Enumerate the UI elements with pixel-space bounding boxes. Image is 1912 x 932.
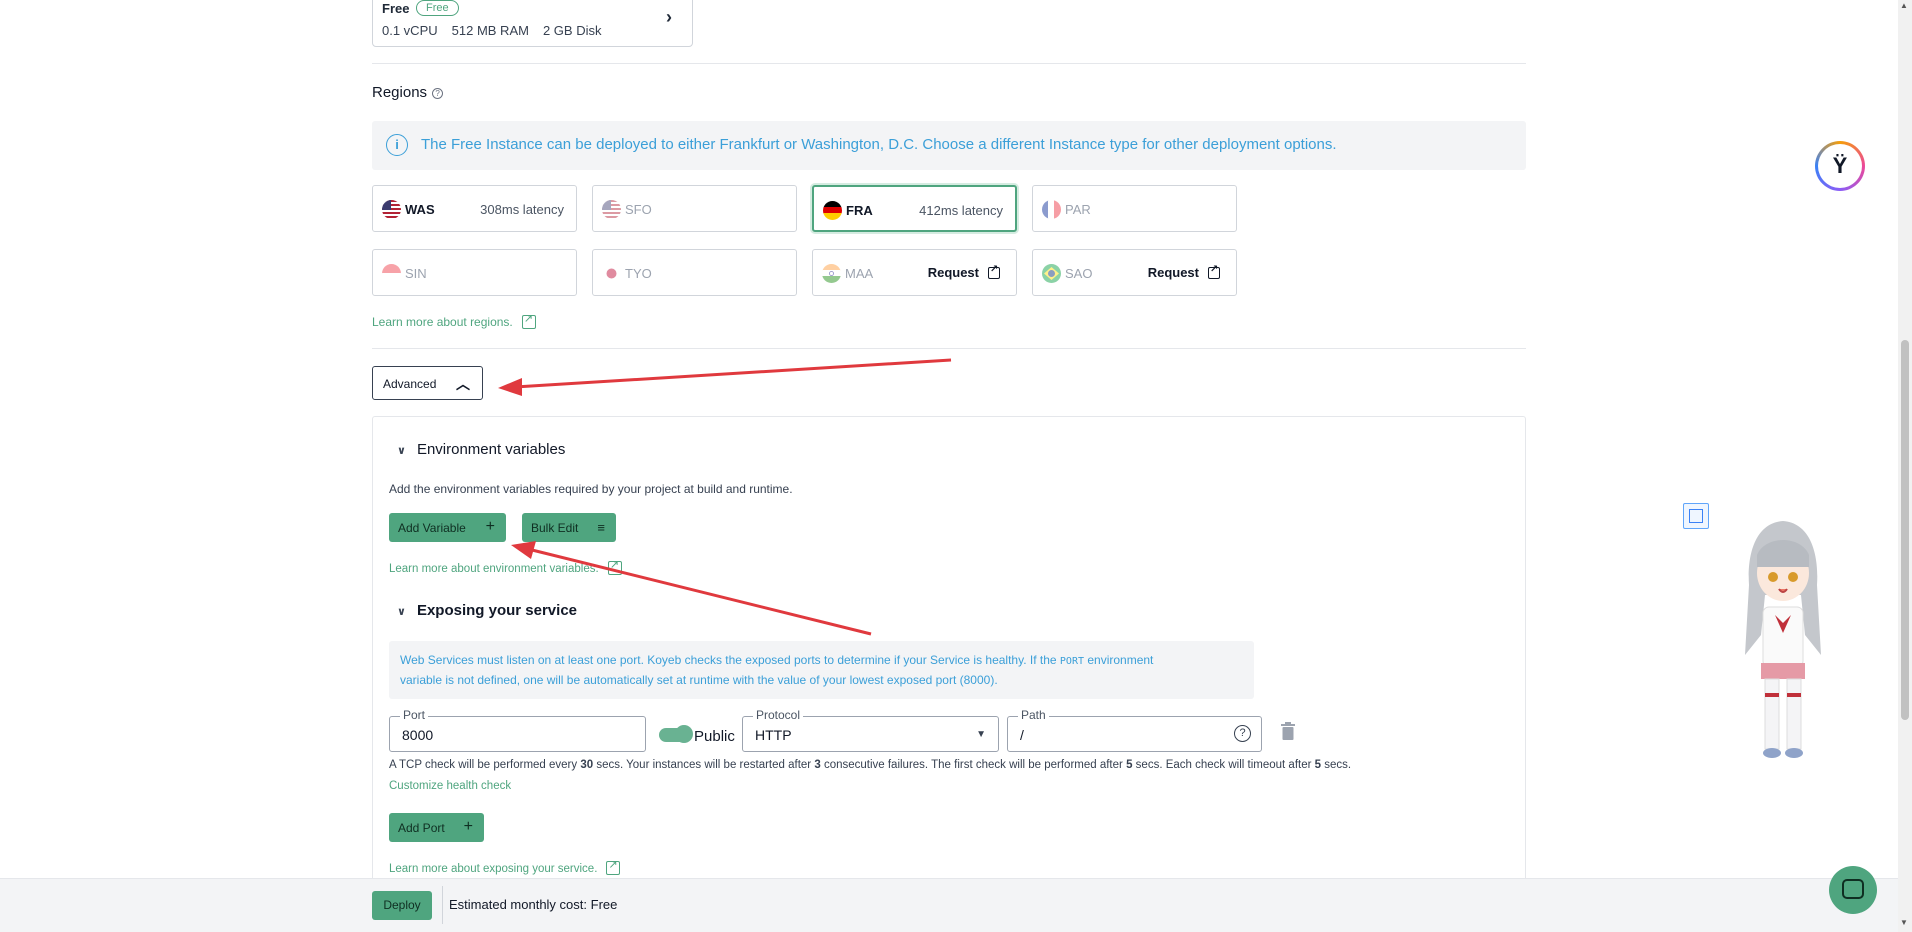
region-was[interactable]: WAS 308ms latency: [372, 185, 577, 232]
external-link-icon: [606, 858, 621, 875]
env-vars-description: Add the environment variables required b…: [389, 482, 793, 496]
instance-specs: 0.1 vCPU 512 MB RAM 2 GB Disk: [382, 23, 602, 38]
region-sfo[interactable]: SFO: [592, 185, 797, 232]
divider: [442, 886, 443, 924]
bulk-edit-button[interactable]: Bulk Edit ≡: [522, 513, 616, 542]
plus-icon: +: [463, 818, 473, 835]
fr-flag-icon: [1042, 200, 1061, 219]
exposing-service-heading[interactable]: ∨ Exposing your service: [397, 602, 577, 619]
sg-flag-icon: [382, 264, 401, 283]
bulk-edit-icon: ≡: [597, 520, 605, 535]
divider: [372, 348, 1526, 349]
advanced-toggle-button[interactable]: Advanced ︿: [372, 366, 483, 400]
regions-info-text: The Free Instance can be deployed to eit…: [421, 136, 1337, 153]
mascot-character-image: [1745, 521, 1821, 758]
external-link-icon: ↗: [1208, 264, 1220, 279]
instance-name: Free: [382, 1, 410, 16]
deploy-footer: [0, 878, 1912, 932]
deploy-button[interactable]: Deploy: [372, 891, 432, 920]
us-flag-icon: [602, 200, 621, 219]
chevron-up-icon: ︿: [456, 376, 470, 392]
in-flag-icon: [822, 264, 841, 283]
regions-info-banner: i The Free Instance can be deployed to e…: [372, 121, 1526, 170]
add-port-button[interactable]: Add Port +: [389, 813, 484, 842]
path-input[interactable]: Path / ?: [1007, 708, 1262, 752]
public-label: Public: [694, 728, 735, 745]
learn-more-env-link[interactable]: Learn more about environment variables.: [389, 558, 622, 575]
instance-badge: Free: [416, 0, 459, 16]
br-flag-icon: [1042, 264, 1061, 283]
chevron-down-icon: ∨: [397, 606, 406, 618]
region-sao[interactable]: SAO Request ↗: [1032, 249, 1237, 296]
trash-icon[interactable]: [1281, 722, 1295, 743]
external-link-icon: [521, 312, 536, 329]
region-sin[interactable]: SIN: [372, 249, 577, 296]
plus-icon: +: [485, 518, 495, 535]
request-region-link[interactable]: Request ↗: [1148, 264, 1220, 280]
health-check-note: A TCP check will be performed every 30 s…: [389, 759, 1352, 771]
region-tyo[interactable]: TYO: [592, 249, 797, 296]
scroll-down-arrow-icon[interactable]: ▼: [1900, 918, 1908, 927]
extension-logo-icon[interactable]: Ÿ: [1815, 141, 1865, 191]
env-vars-heading[interactable]: ∨ Environment variables: [397, 441, 565, 458]
learn-more-expose-link[interactable]: Learn more about exposing your service.: [389, 858, 621, 875]
de-flag-icon: [823, 201, 842, 220]
help-icon[interactable]: ?: [432, 88, 444, 99]
region-fra[interactable]: FRA 412ms latency: [812, 185, 1017, 232]
dropdown-arrow-icon: ▼: [976, 729, 986, 740]
public-toggle[interactable]: [659, 725, 693, 743]
external-link-icon: ↗: [988, 264, 1000, 279]
learn-more-regions-link[interactable]: Learn more about regions.: [372, 312, 536, 329]
jp-flag-icon: [602, 264, 621, 283]
estimated-cost: Estimated monthly cost: Free: [449, 897, 618, 912]
divider: [372, 63, 1526, 64]
region-par[interactable]: PAR: [1032, 185, 1237, 232]
scrollbar-thumb[interactable]: [1901, 340, 1909, 720]
port-input[interactable]: Port 8000: [389, 708, 646, 752]
chat-launcher-button[interactable]: [1829, 866, 1877, 914]
info-icon: i: [386, 134, 408, 156]
add-variable-button[interactable]: Add Variable +: [389, 513, 506, 542]
request-region-link[interactable]: Request ↗: [928, 264, 1000, 280]
protocol-select[interactable]: Protocol HTTP ▼: [742, 708, 999, 752]
external-link-icon: [607, 558, 622, 575]
chevron-right-icon: ›: [666, 7, 672, 27]
help-icon[interactable]: ?: [1234, 725, 1251, 742]
regions-heading: Regions?: [372, 84, 444, 101]
exposing-info-banner: Web Services must listen on at least one…: [389, 641, 1254, 699]
us-flag-icon: [382, 200, 401, 219]
instance-card-free[interactable]: Free Free 0.1 vCPU 512 MB RAM 2 GB Disk ›: [372, 0, 693, 47]
customize-health-check-link[interactable]: Customize health check: [389, 780, 511, 792]
chevron-down-icon: ∨: [397, 445, 406, 457]
chat-icon: [1842, 879, 1864, 899]
scroll-up-arrow-icon[interactable]: ▲: [1900, 1, 1908, 10]
region-maa[interactable]: MAA Request ↗: [812, 249, 1017, 296]
translate-icon[interactable]: [1683, 503, 1709, 529]
